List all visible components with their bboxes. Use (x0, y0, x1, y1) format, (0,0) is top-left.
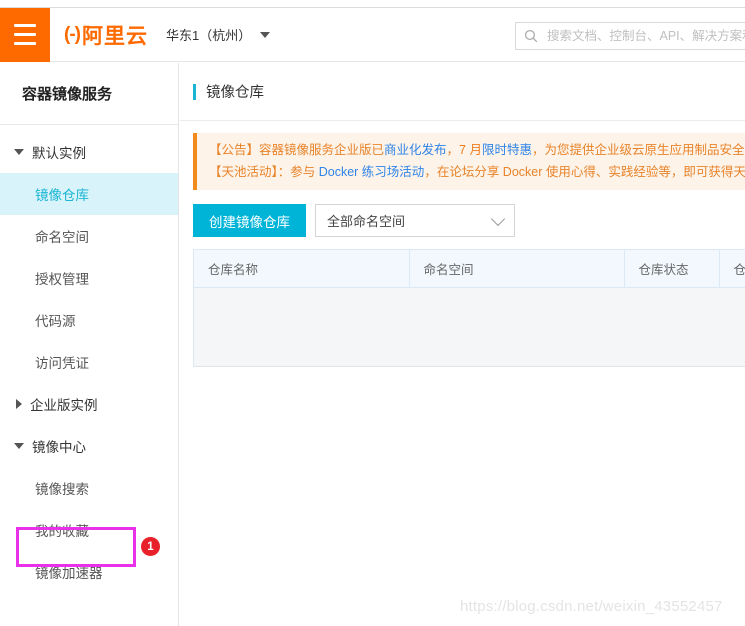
sidebar-group-image-center[interactable]: 镜像中心 (0, 425, 178, 467)
region-label: 华东1（杭州） (165, 28, 252, 43)
sidebar-group-label: 镜像中心 (32, 440, 86, 455)
table-empty-body (194, 287, 745, 367)
sidebar-item-access-credential[interactable]: 访问凭证 (0, 341, 178, 383)
sidebar-item-authorization[interactable]: 授权管理 (0, 257, 178, 299)
aliyun-logo-text: 阿里云 (81, 24, 148, 48)
sidebar-item-label: 授权管理 (35, 272, 89, 287)
chevron-down-icon (490, 211, 506, 226)
hamburger-menu-button[interactable] (0, 7, 50, 62)
aliyun-logo-mark: (-) (64, 23, 81, 45)
region-selector[interactable]: 华东1（杭州） (165, 25, 271, 44)
sidebar-group-enterprise-instance[interactable]: 企业版实例 (0, 383, 178, 425)
announcement-line-2: 【天池活动】：参与 Docker 练习场活动，在论坛分享 Docker 使用心得… (209, 161, 745, 183)
main-content: 镜像仓库 【公告】容器镜像服务企业版已商业化发布，7 月限时特惠，为您提供企业级… (180, 63, 745, 626)
create-repository-button[interactable]: 创建镜像仓库 (193, 204, 306, 237)
sidebar-item-image-repository[interactable]: 镜像仓库 (0, 173, 178, 215)
sidebar-item-code-source[interactable]: 代码源 (0, 299, 178, 341)
sidebar-item-label: 镜像仓库 (35, 188, 89, 203)
announcement-line2-suffix: ，在论坛分享 Docker 使用心得、实践经验等，即可获得天池 (424, 165, 745, 179)
namespace-select[interactable]: 全部命名空间 (315, 204, 515, 237)
sidebar-group-label: 企业版实例 (30, 398, 98, 413)
page-title: 镜像仓库 (206, 85, 264, 101)
toolbar: 创建镜像仓库 全部命名空间 (193, 204, 745, 237)
search-input[interactable] (545, 28, 745, 44)
sidebar-item-label: 我的收藏 (35, 524, 89, 539)
sidebar-item-label: 命名空间 (35, 230, 89, 245)
announcement-link-limited-offer[interactable]: 限时特惠 (482, 143, 532, 157)
page-title-accent-bar (193, 83, 196, 100)
column-header-namespace[interactable]: 命名空间 (409, 250, 625, 288)
column-header-repository-name[interactable]: 仓库名称 (194, 250, 410, 288)
table-header-row: 仓库名称 命名空间 仓库状态 仓库类 (194, 250, 745, 288)
sidebar-item-label: 镜像加速器 (35, 566, 103, 581)
repository-table-element: 仓库名称 命名空间 仓库状态 仓库类 (194, 250, 745, 288)
sidebar-nav: 默认实例 镜像仓库 命名空间 授权管理 代码源 访问凭证 企业版实例 镜像中心 … (0, 125, 178, 593)
browser-chrome-strip (0, 0, 745, 8)
namespace-select-value: 全部命名空间 (327, 214, 406, 229)
announcement-month-highlight: 7 月 (459, 143, 482, 157)
top-header: (-) 阿里云 华东1（杭州） (0, 7, 745, 62)
announcement-link-commercial-release[interactable]: 商业化发布 (384, 143, 447, 157)
announcement-line1-mid: ， (446, 143, 460, 157)
search-icon (524, 29, 538, 43)
hamburger-line (14, 33, 36, 36)
column-header-repository-type[interactable]: 仓库类 (719, 250, 745, 288)
announcement-line2-prefix: 【天池活动】：参与 (209, 165, 319, 179)
sidebar-item-label: 访问凭证 (35, 356, 89, 371)
chevron-right-icon (16, 399, 22, 409)
announcement-link-docker-playground[interactable]: Docker 练习场活动 (319, 165, 425, 179)
announcement-banner: 【公告】容器镜像服务企业版已商业化发布，7 月限时特惠，为您提供企业级云原生应用… (193, 133, 745, 190)
sidebar-title: 容器镜像服务 (0, 63, 178, 125)
hamburger-line (14, 42, 36, 45)
sidebar-group-label: 默认实例 (32, 146, 86, 161)
sidebar-item-image-accelerator[interactable]: 镜像加速器 (0, 551, 178, 593)
chevron-down-icon (14, 149, 24, 155)
sidebar-group-default-instance[interactable]: 默认实例 (0, 131, 178, 173)
sidebar-item-namespace[interactable]: 命名空间 (0, 215, 178, 257)
table-header: 仓库名称 命名空间 仓库状态 仓库类 (194, 250, 745, 288)
repository-table: 仓库名称 命名空间 仓库状态 仓库类 (193, 249, 745, 367)
announcement-line-1: 【公告】容器镜像服务企业版已商业化发布，7 月限时特惠，为您提供企业级云原生应用… (209, 139, 745, 161)
column-header-repository-status[interactable]: 仓库状态 (624, 250, 720, 288)
sidebar-item-label: 镜像搜索 (35, 482, 89, 497)
annotation-step-badge: 1 (141, 537, 160, 556)
aliyun-logo[interactable]: (-) 阿里云 (64, 20, 148, 50)
page-header: 镜像仓库 (180, 63, 745, 121)
chevron-down-icon (260, 31, 271, 38)
global-search[interactable] (515, 22, 745, 50)
announcement-line1-suffix: ，为您提供企业级云原生应用制品安全托管 (532, 143, 745, 157)
hamburger-line (14, 24, 36, 27)
content-area: 【公告】容器镜像服务企业版已商业化发布，7 月限时特惠，为您提供企业级云原生应用… (180, 121, 745, 367)
announcement-line1-prefix: 【公告】容器镜像服务企业版已 (209, 143, 385, 157)
chevron-down-icon (14, 443, 24, 449)
sidebar-item-image-search[interactable]: 镜像搜索 (0, 467, 178, 509)
sidebar-item-label: 代码源 (35, 314, 76, 329)
watermark: https://blog.csdn.net/weixin_43552457 (460, 598, 723, 615)
